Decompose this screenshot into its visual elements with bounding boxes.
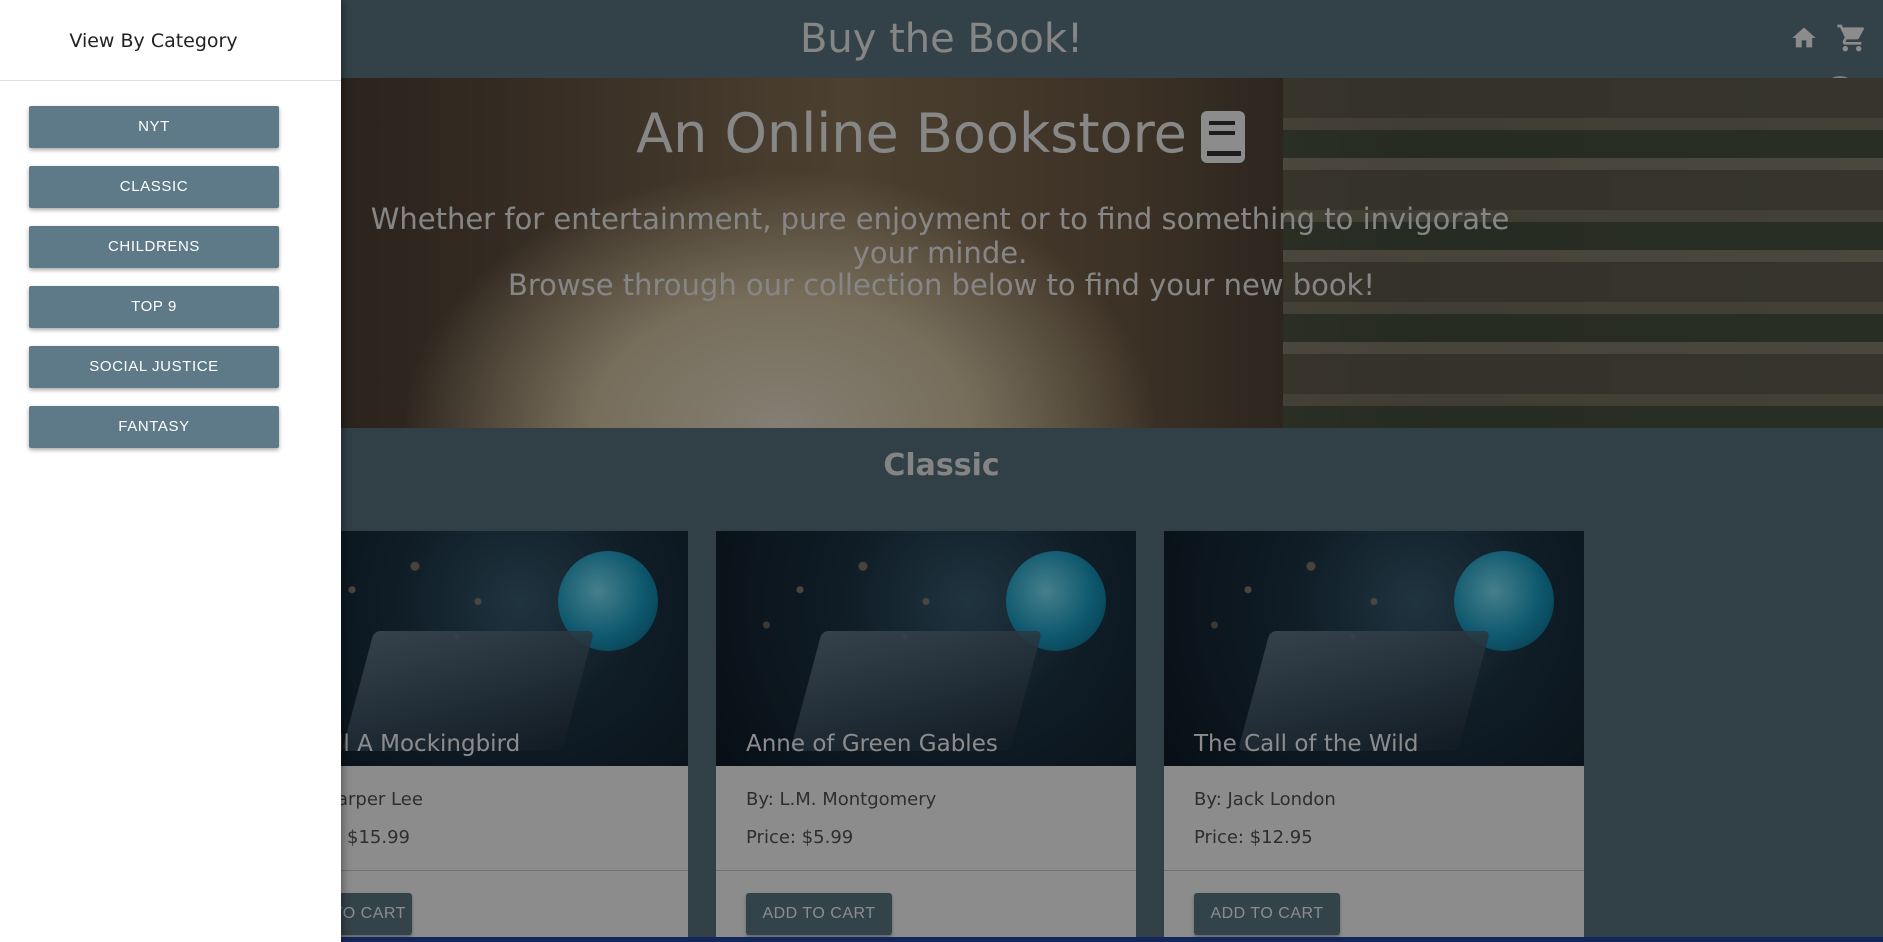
category-button-top-9[interactable]: TOP 9 (29, 286, 279, 328)
category-button-childrens[interactable]: CHILDRENS (29, 226, 279, 268)
drawer-divider (0, 80, 341, 81)
category-button-classic[interactable]: CLASSIC (29, 166, 279, 208)
drawer-title: View By Category (69, 30, 238, 52)
category-button-nyt[interactable]: NYT (29, 106, 279, 148)
category-button-social-justice[interactable]: SOCIAL JUSTICE (29, 346, 279, 388)
category-button-fantasy[interactable]: FANTASY (29, 406, 279, 448)
category-drawer: View By Category NYT CLASSIC CHILDRENS T… (0, 0, 341, 942)
